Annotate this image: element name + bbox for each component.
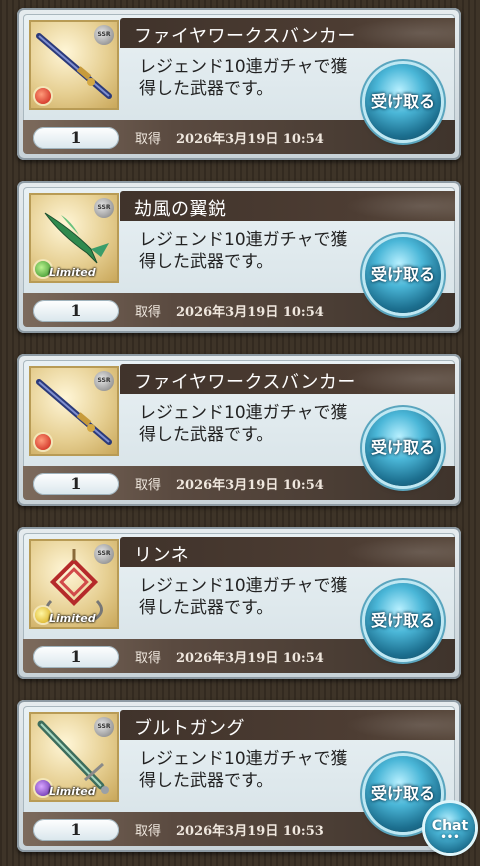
item-name: ブルトガング xyxy=(134,718,245,739)
acquired-label: 取得 xyxy=(135,132,162,147)
quantity-badge: 1 xyxy=(33,127,119,149)
receive-button[interactable]: 受け取る xyxy=(365,237,441,313)
description-line: レジェンド10連ガチャで獲 xyxy=(139,576,348,596)
description-line: レジェンド10連ガチャで獲 xyxy=(139,749,348,769)
acquired-label: 取得 xyxy=(135,305,162,320)
item-description: レジェンド10連ガチャで獲 得した武器です。 xyxy=(139,56,369,100)
item-description: レジェンド10連ガチャで獲 得した武器です。 xyxy=(139,229,369,273)
acquired-date: 2026年3月19日 10:54 xyxy=(176,651,324,666)
quantity-badge: 1 xyxy=(33,300,119,322)
item-name: ファイヤワークスバンカー xyxy=(134,372,356,393)
description-line: レジェンド10連ガチャで獲 xyxy=(139,57,348,77)
description-line: 得した武器です。 xyxy=(139,425,274,445)
fire-element-icon xyxy=(35,434,51,450)
description-line: 得した武器です。 xyxy=(139,771,274,791)
limited-badge: Limited xyxy=(49,785,96,798)
gift-item: SSR Limited リンネ レジェンド10連ガチャで獲 得した武器です。 1… xyxy=(17,527,461,679)
receive-button[interactable]: 受け取る xyxy=(365,583,441,659)
weapon-thumbnail[interactable]: SSR Limited xyxy=(29,539,119,629)
item-name: リンネ xyxy=(134,545,190,566)
item-title-bar: ファイヤワークスバンカー xyxy=(120,364,455,394)
description-line: 得した武器です。 xyxy=(139,252,274,272)
item-description: レジェンド10連ガチャで獲 得した武器です。 xyxy=(139,575,369,619)
gift-item: SSR Limited ブルトガング レジェンド10連ガチャで獲 得した武器です… xyxy=(17,700,461,852)
description-line: 得した武器です。 xyxy=(139,598,274,618)
item-name: 劫風の翼鋭 xyxy=(134,199,227,220)
receive-button[interactable]: 受け取る xyxy=(365,410,441,486)
fire-element-icon xyxy=(35,88,51,104)
limited-badge: Limited xyxy=(49,612,96,625)
item-name: ファイヤワークスバンカー xyxy=(134,26,356,47)
item-description: レジェンド10連ガチャで獲 得した武器です。 xyxy=(139,748,369,792)
ssr-badge: SSR xyxy=(94,544,114,564)
acquired-date: 2026年3月19日 10:54 xyxy=(176,478,324,493)
item-title-bar: ブルトガング xyxy=(120,710,455,740)
weapon-thumbnail[interactable]: SSR xyxy=(29,366,119,456)
gift-item: SSR Limited 劫風の翼鋭 レジェンド10連ガチャで獲 得した武器です。… xyxy=(17,181,461,333)
quantity-badge: 1 xyxy=(33,819,119,841)
ssr-badge: SSR xyxy=(94,717,114,737)
chat-dots-icon: ••• xyxy=(440,832,460,843)
acquired-label: 取得 xyxy=(135,824,162,839)
item-title-bar: リンネ xyxy=(120,537,455,567)
item-title-bar: 劫風の翼鋭 xyxy=(120,191,455,221)
limited-badge: Limited xyxy=(49,266,96,279)
acquired-date: 2026年3月19日 10:54 xyxy=(176,305,324,320)
acquired-label: 取得 xyxy=(135,651,162,666)
weapon-thumbnail[interactable]: SSR xyxy=(29,20,119,110)
description-line: レジェンド10連ガチャで獲 xyxy=(139,403,348,423)
quantity-badge: 1 xyxy=(33,473,119,495)
ssr-badge: SSR xyxy=(94,198,114,218)
quantity-badge: 1 xyxy=(33,646,119,668)
item-title-bar: ファイヤワークスバンカー xyxy=(120,18,455,48)
receive-button[interactable]: 受け取る xyxy=(365,64,441,140)
weapon-thumbnail[interactable]: SSR Limited xyxy=(29,712,119,802)
acquired-label: 取得 xyxy=(135,478,162,493)
acquired-date: 2026年3月19日 10:53 xyxy=(176,824,324,839)
ssr-badge: SSR xyxy=(94,371,114,391)
description-line: 得した武器です。 xyxy=(139,79,274,99)
acquired-date: 2026年3月19日 10:54 xyxy=(176,132,324,147)
item-description: レジェンド10連ガチャで獲 得した武器です。 xyxy=(139,402,369,446)
ssr-badge: SSR xyxy=(94,25,114,45)
chat-button[interactable]: Chat ••• xyxy=(425,803,475,853)
gift-item: SSR ファイヤワークスバンカー レジェンド10連ガチャで獲 得した武器です。 … xyxy=(17,8,461,160)
description-line: レジェンド10連ガチャで獲 xyxy=(139,230,348,250)
gift-item: SSR ファイヤワークスバンカー レジェンド10連ガチャで獲 得した武器です。 … xyxy=(17,354,461,506)
weapon-thumbnail[interactable]: SSR Limited xyxy=(29,193,119,283)
